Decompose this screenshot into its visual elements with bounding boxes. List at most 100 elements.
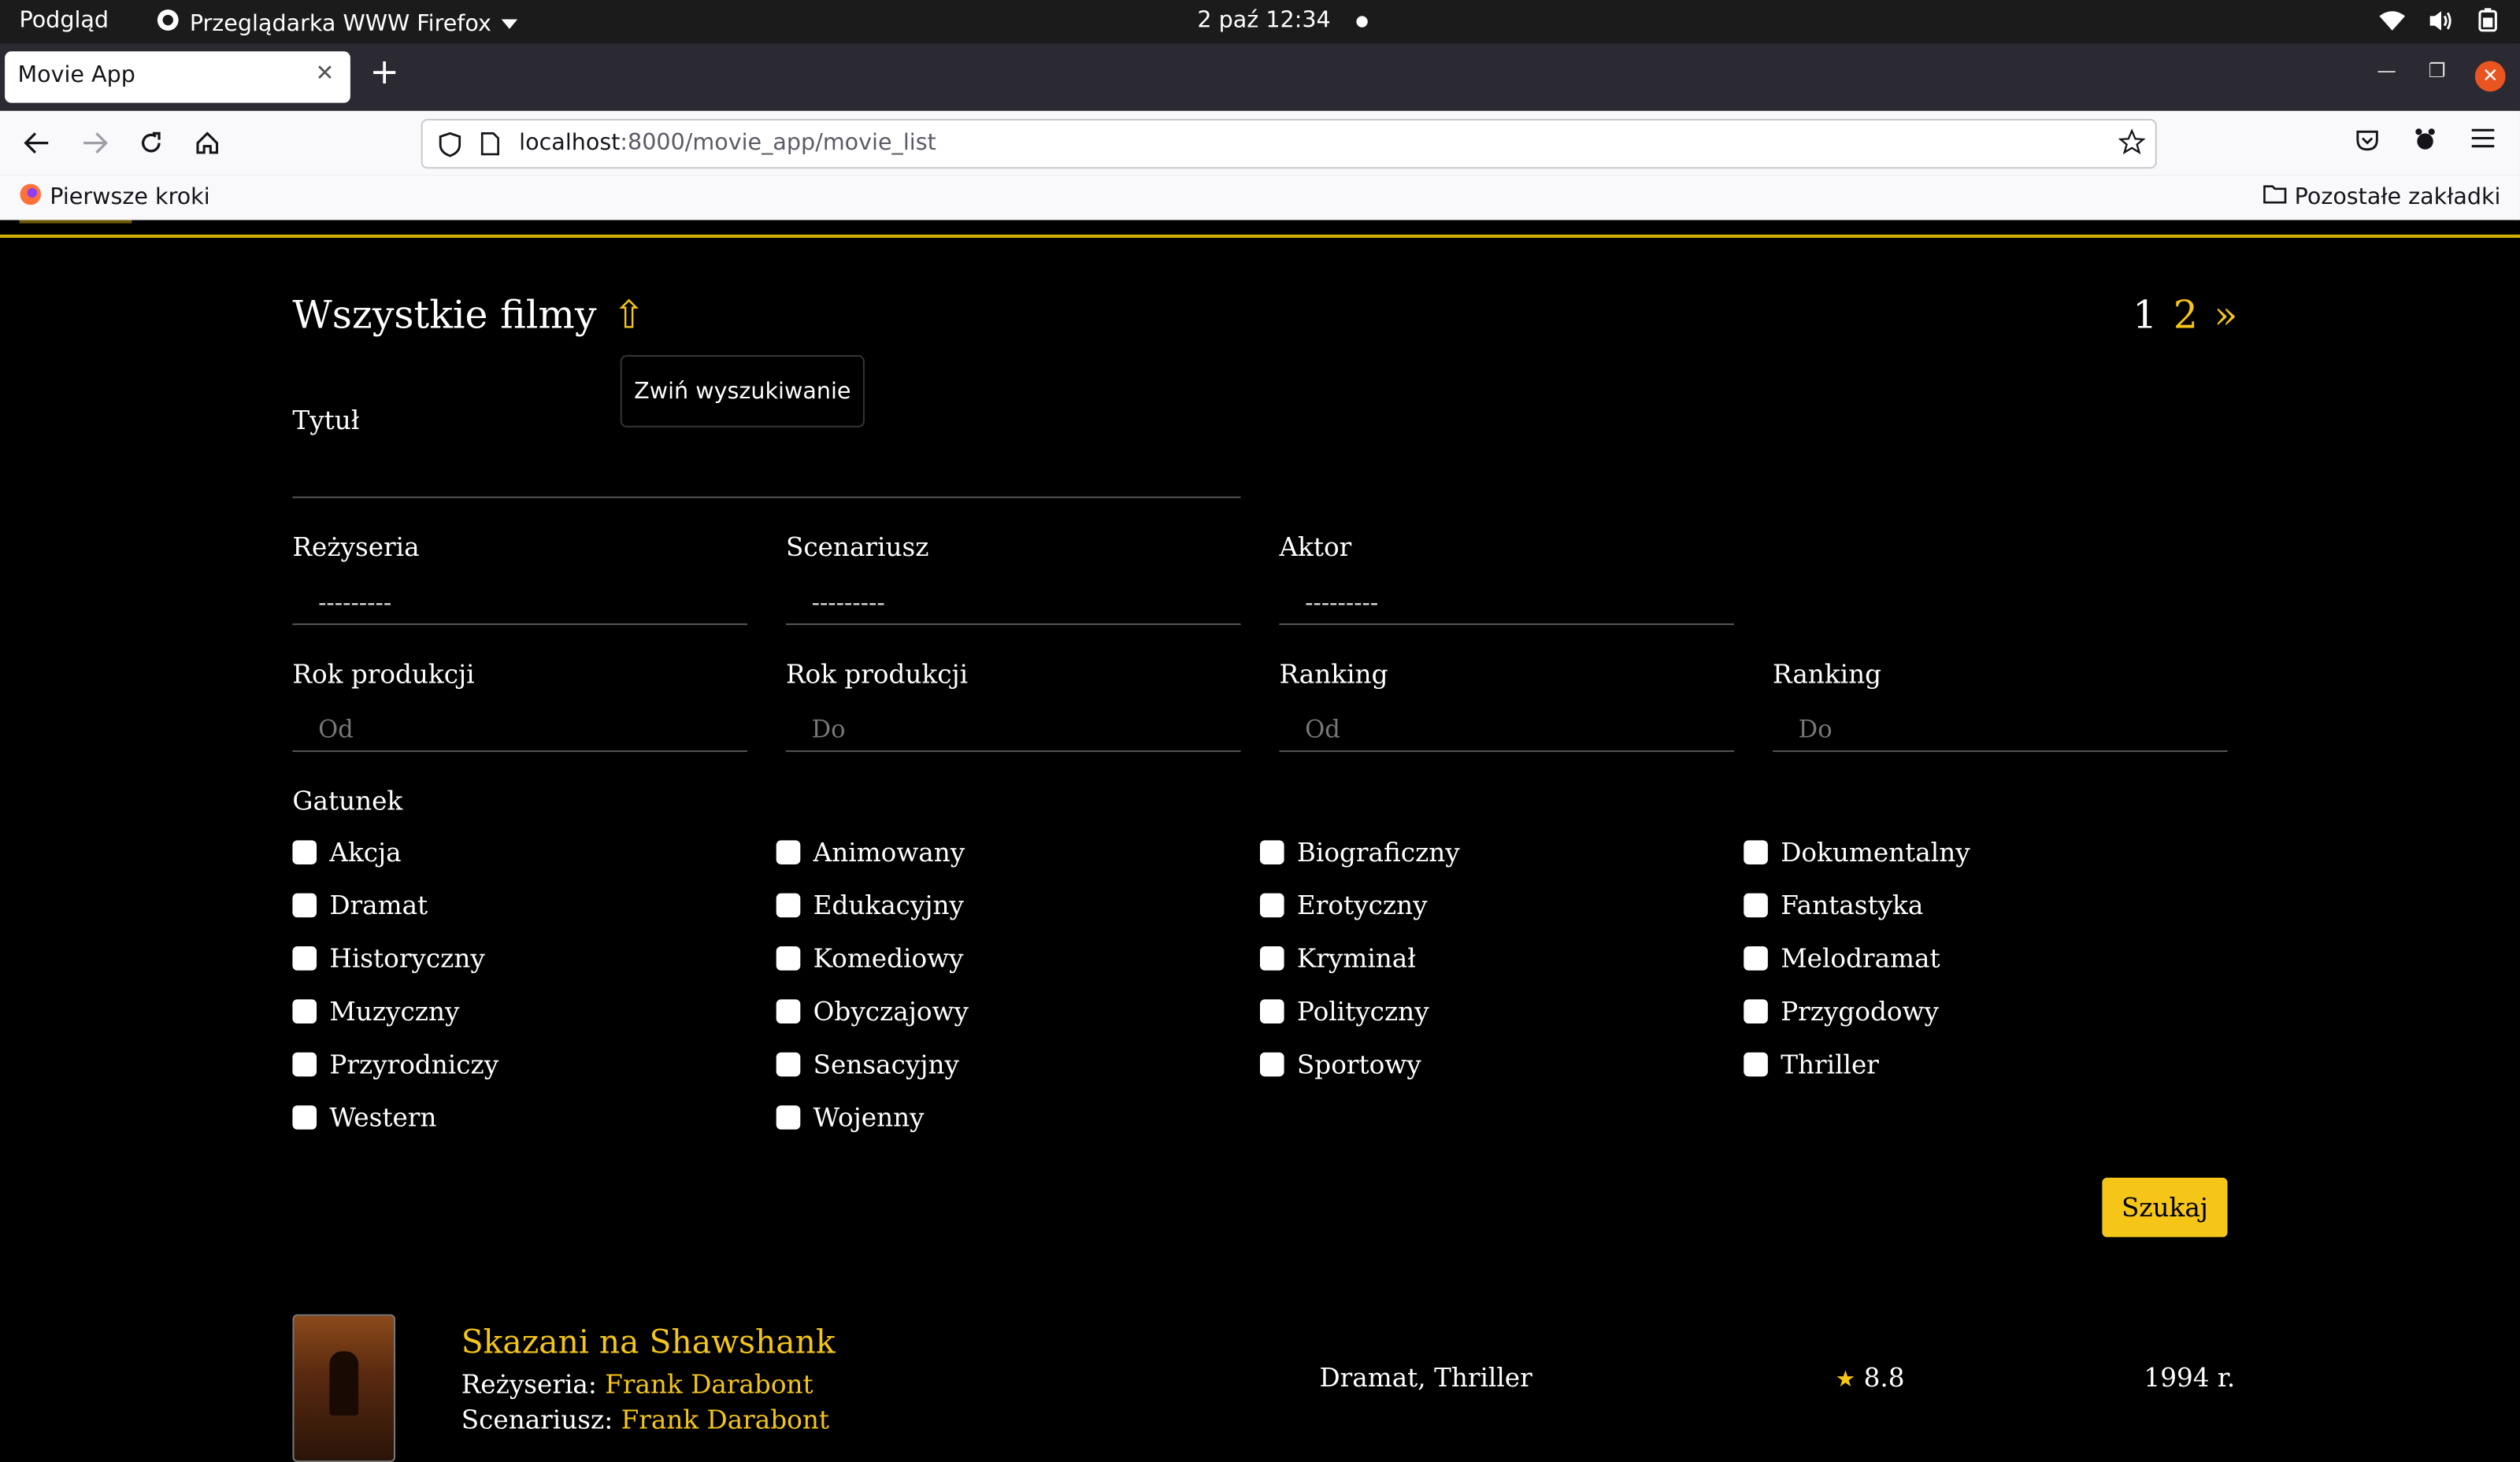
page-title-text: Wszystkie filmy bbox=[292, 292, 597, 338]
genre-label-text: Dokumentalny bbox=[1781, 837, 1970, 868]
bookmark-star-icon[interactable] bbox=[2118, 128, 2146, 162]
page-2-link[interactable]: 2 bbox=[2174, 292, 2198, 337]
checkbox[interactable] bbox=[1259, 893, 1284, 918]
genre-checkbox-przyrodniczy[interactable]: Przyrodniczy bbox=[292, 1049, 498, 1079]
new-tab-button[interactable]: + bbox=[369, 55, 399, 91]
tab-strip: Movie App ✕ + — ❐ ✕ bbox=[0, 43, 2520, 111]
genre-checkbox-przygodowy[interactable]: Przygodowy bbox=[1744, 996, 1939, 1027]
other-bookmarks[interactable]: Pozostałe zakładki bbox=[2262, 183, 2500, 211]
extension-icon[interactable] bbox=[2412, 127, 2438, 153]
genre-checkbox-fantastyka[interactable]: Fantastyka bbox=[1744, 890, 1924, 921]
genre-checkbox-historyczny[interactable]: Historyczny bbox=[292, 943, 485, 974]
checkbox[interactable] bbox=[292, 893, 317, 918]
close-tab-icon[interactable]: ✕ bbox=[316, 61, 335, 87]
year-to-label: Rok produkcji bbox=[785, 658, 969, 690]
genre-checkbox-edukacyjny[interactable]: Edukacyjny bbox=[776, 890, 964, 920]
checkbox[interactable] bbox=[1744, 893, 1768, 918]
genre-checkbox-obyczajowy[interactable]: Obyczajowy bbox=[776, 996, 969, 1027]
genre-checkbox-kryminal[interactable]: Kryminał bbox=[1259, 943, 1416, 974]
genre-checkbox-wojenny[interactable]: Wojenny bbox=[776, 1102, 925, 1133]
tab-title: Movie App bbox=[17, 62, 135, 89]
star-icon: ★ bbox=[1835, 1367, 1856, 1394]
search-button[interactable]: Szukaj bbox=[2102, 1177, 2228, 1238]
movie-writer-line: Scenariusz: Frank Darabont bbox=[461, 1405, 829, 1435]
rank-from-label: Ranking bbox=[1279, 658, 1388, 690]
activities-button[interactable]: Podgląd bbox=[19, 8, 109, 34]
checkbox[interactable] bbox=[776, 1105, 801, 1130]
director-link[interactable]: Frank Darabont bbox=[605, 1369, 813, 1400]
year-to-input[interactable]: Do bbox=[785, 702, 1241, 753]
genre-checkbox-sensacyjny[interactable]: Sensacyjny bbox=[776, 1049, 959, 1079]
checkbox[interactable] bbox=[292, 1052, 317, 1077]
genre-checkbox-muzyczny[interactable]: Muzyczny bbox=[292, 996, 459, 1027]
checkbox[interactable] bbox=[776, 840, 801, 864]
year-from-placeholder: Od bbox=[318, 715, 354, 744]
genre-checkbox-thriller[interactable]: Thriller bbox=[1744, 1049, 1879, 1080]
checkbox[interactable] bbox=[1259, 946, 1284, 971]
collapse-search-icon[interactable]: ⇧ bbox=[613, 292, 645, 337]
checkbox[interactable] bbox=[1259, 1052, 1284, 1077]
year-from-input[interactable]: Od bbox=[292, 702, 747, 753]
tab-movie-app[interactable]: Movie App ✕ bbox=[5, 51, 350, 103]
page-current: 1 bbox=[2133, 292, 2158, 338]
genre-checkbox-sportowy[interactable]: Sportowy bbox=[1259, 1049, 1421, 1079]
checkbox[interactable] bbox=[1744, 946, 1768, 971]
clock[interactable]: 2 paź 12:34 bbox=[1197, 8, 1368, 34]
checkbox[interactable] bbox=[776, 893, 801, 918]
reload-icon[interactable] bbox=[133, 125, 169, 161]
checkbox[interactable] bbox=[292, 999, 317, 1023]
system-tray[interactable] bbox=[2378, 8, 2497, 32]
checkbox[interactable] bbox=[292, 1105, 317, 1130]
genre-checkbox-biograficzny[interactable]: Biograficzny bbox=[1259, 837, 1460, 868]
forward-icon[interactable] bbox=[77, 125, 113, 161]
header-divider bbox=[0, 234, 2520, 239]
checkbox[interactable] bbox=[1259, 840, 1284, 864]
rank-from-input[interactable]: Od bbox=[1279, 702, 1735, 753]
close-window-button[interactable]: ✕ bbox=[2474, 61, 2506, 92]
restore-icon[interactable]: ❐ bbox=[2429, 60, 2446, 83]
rank-to-input[interactable]: Do bbox=[1773, 702, 2228, 753]
writer-select[interactable]: --------- bbox=[785, 576, 1241, 625]
back-icon[interactable] bbox=[19, 125, 54, 161]
genre-checkbox-melodramat[interactable]: Melodramat bbox=[1744, 943, 1940, 974]
movie-poster[interactable] bbox=[292, 1314, 396, 1462]
checkbox[interactable] bbox=[776, 1052, 801, 1077]
next-page-link[interactable]: » bbox=[2214, 292, 2237, 337]
movie-title-link[interactable]: Skazani na Shawshank bbox=[461, 1323, 836, 1361]
checkbox[interactable] bbox=[1744, 840, 1768, 864]
actor-select[interactable]: --------- bbox=[1279, 576, 1735, 625]
checkbox[interactable] bbox=[776, 946, 801, 971]
genre-checkbox-animowany[interactable]: Animowany bbox=[776, 837, 965, 868]
page-info-icon[interactable] bbox=[480, 131, 499, 162]
rank-from-placeholder: Od bbox=[1305, 715, 1340, 744]
shield-icon[interactable] bbox=[439, 131, 461, 164]
genre-label-text: Fantastyka bbox=[1781, 890, 1924, 921]
checkbox[interactable] bbox=[292, 840, 317, 864]
director-select[interactable]: --------- bbox=[292, 576, 747, 625]
checkbox[interactable] bbox=[292, 946, 317, 971]
genre-checkbox-erotyczny[interactable]: Erotyczny bbox=[1259, 890, 1428, 920]
writer-link[interactable]: Frank Darabont bbox=[621, 1405, 829, 1435]
genre-checkbox-polityczny[interactable]: Polityczny bbox=[1259, 996, 1429, 1027]
checkbox[interactable] bbox=[1744, 999, 1768, 1023]
home-icon[interactable] bbox=[190, 125, 225, 161]
genre-checkbox-komediowy[interactable]: Komediowy bbox=[776, 943, 964, 974]
writer-select-value: --------- bbox=[811, 587, 885, 617]
minimize-icon[interactable]: — bbox=[2377, 60, 2396, 83]
pocket-icon[interactable] bbox=[2355, 127, 2381, 153]
url-bar[interactable]: localhost:8000/movie_app/movie_list bbox=[421, 119, 2157, 169]
checkbox[interactable] bbox=[776, 999, 801, 1023]
genre-checkbox-akcja[interactable]: Akcja bbox=[292, 837, 402, 868]
genre-checkbox-western[interactable]: Western bbox=[292, 1102, 436, 1133]
movie-rating: ★ 8.8 bbox=[1836, 1363, 1905, 1394]
genre-checkbox-dramat[interactable]: Dramat bbox=[292, 890, 428, 920]
genre-label-text: Thriller bbox=[1781, 1049, 1879, 1080]
app-menu[interactable]: Przeglądarka WWW Firefox bbox=[156, 8, 517, 39]
title-input[interactable] bbox=[292, 448, 1241, 498]
hamburger-menu-icon[interactable] bbox=[2470, 127, 2496, 150]
bookmarks-bar: Pierwsze kroki Pozostałe zakładki bbox=[0, 175, 2520, 220]
checkbox[interactable] bbox=[1744, 1052, 1768, 1077]
genre-checkbox-dokumentalny[interactable]: Dokumentalny bbox=[1744, 837, 1970, 868]
bookmark-getting-started[interactable]: Pierwsze kroki bbox=[19, 183, 210, 213]
checkbox[interactable] bbox=[1259, 999, 1284, 1023]
